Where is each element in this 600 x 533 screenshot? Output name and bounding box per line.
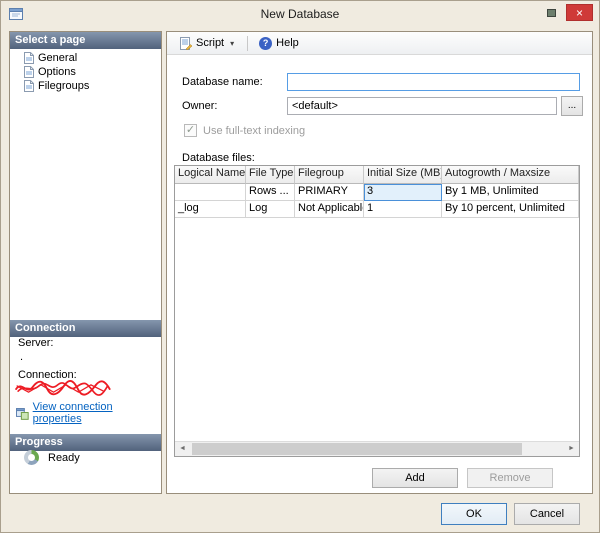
maximize-icon <box>547 8 556 17</box>
view-connection-properties-link[interactable]: View connection properties <box>33 401 161 425</box>
database-name-label: Database name: <box>182 76 263 88</box>
sidebar-item-label: General <box>38 52 78 64</box>
grid-cell[interactable]: PRIMARY <box>295 184 364 201</box>
scroll-right-icon: ► <box>568 445 575 452</box>
close-button[interactable]: × <box>566 4 593 21</box>
add-button[interactable]: Add <box>372 468 458 488</box>
database-files-grid: Logical Name File Type Filegroup Initial… <box>174 165 580 457</box>
fulltext-label: Use full-text indexing <box>203 124 306 137</box>
main-panel: Script ▾ ? Help Database name: Owner: ..… <box>166 31 593 494</box>
help-label: Help <box>276 37 299 49</box>
grid-header-row: Logical Name File Type Filegroup Initial… <box>175 166 579 184</box>
remove-button[interactable]: Remove <box>467 468 553 488</box>
grid-cell[interactable]: By 1 MB, Unlimited <box>442 184 579 201</box>
server-value: . <box>20 351 24 363</box>
page-tree: General Options Filegroups <box>10 51 161 93</box>
page-icon <box>24 80 34 92</box>
sidebar-item-filegroups[interactable]: Filegroups <box>10 79 161 93</box>
redacted-connection-name <box>15 380 111 396</box>
owner-browse-button[interactable]: ... <box>561 96 583 116</box>
new-database-dialog: New Database × Select a page General Opt… <box>0 0 600 533</box>
grid-row: _log Log Not Applicable 1 By 10 percent,… <box>175 201 579 218</box>
toolbar: Script ▾ ? Help <box>167 32 592 55</box>
window-title: New Database <box>260 7 340 21</box>
grid-cell[interactable]: Rows ... <box>246 184 295 201</box>
app-icon <box>9 8 23 20</box>
grid-column-header[interactable]: File Type <box>246 166 295 184</box>
fulltext-checkbox: ✓ <box>184 124 197 137</box>
script-dropdown-arrow[interactable]: ▾ <box>228 39 236 48</box>
server-label: Server: <box>18 337 54 349</box>
grid-cell-selected[interactable]: 3 <box>364 184 442 201</box>
cancel-button[interactable]: Cancel <box>514 503 580 525</box>
progress-spinner-icon <box>24 450 39 465</box>
page-icon <box>24 66 34 78</box>
grid-cell[interactable]: _log <box>175 201 246 218</box>
sidebar-item-label: Options <box>38 66 76 78</box>
database-files-label: Database files: <box>182 152 255 164</box>
grid-column-header[interactable]: Autogrowth / Maxsize <box>442 166 579 184</box>
scroll-right-button[interactable]: ► <box>564 442 579 456</box>
help-icon: ? <box>259 36 273 50</box>
sidebar-item-options[interactable]: Options <box>10 65 161 79</box>
check-icon: ✓ <box>185 124 196 136</box>
grid-cell[interactable]: 1 <box>364 201 442 218</box>
grid-hscrollbar: ◄ ► <box>175 441 579 456</box>
sidebar-item-label: Filegroups <box>38 80 90 92</box>
grid-row: Rows ... PRIMARY 3 By 1 MB, Unlimited <box>175 184 579 201</box>
connection-header: Connection <box>10 320 161 337</box>
scroll-left-button[interactable]: ◄ <box>175 442 190 456</box>
grid-cell[interactable]: By 10 percent, Unlimited <box>442 201 579 218</box>
connection-properties-icon <box>16 407 29 420</box>
owner-label: Owner: <box>182 100 218 112</box>
grid-column-header[interactable]: Filegroup <box>295 166 364 184</box>
close-icon: × <box>575 5 583 20</box>
owner-input[interactable] <box>287 97 557 115</box>
help-button[interactable]: ? Help <box>253 34 305 53</box>
scroll-left-icon: ◄ <box>179 445 186 452</box>
fulltext-checkbox-row: ✓ Use full-text indexing <box>184 124 305 137</box>
database-name-input[interactable] <box>287 73 580 91</box>
grid-cell[interactable]: Log <box>246 201 295 218</box>
maximize-button[interactable] <box>541 4 562 21</box>
grid-cell[interactable] <box>175 184 246 201</box>
page-icon <box>24 52 34 64</box>
scroll-thumb[interactable] <box>192 443 522 455</box>
grid-column-header[interactable]: Logical Name <box>175 166 246 184</box>
sidebar-item-general[interactable]: General <box>10 51 161 65</box>
script-button[interactable]: Script ▾ <box>173 34 242 53</box>
script-label: Script <box>196 37 225 49</box>
sidebar: Select a page General Options Filegroups… <box>9 31 162 494</box>
grid-cell[interactable]: Not Applicable <box>295 201 364 218</box>
ok-button[interactable]: OK <box>441 503 507 525</box>
script-icon <box>180 36 192 50</box>
progress-header: Progress <box>10 434 161 451</box>
toolbar-separator <box>247 35 249 51</box>
grid-column-header[interactable]: Initial Size (MB) <box>364 166 442 184</box>
progress-status: Ready <box>48 452 80 464</box>
select-page-header: Select a page <box>10 32 161 49</box>
titlebar: New Database × <box>1 1 599 27</box>
